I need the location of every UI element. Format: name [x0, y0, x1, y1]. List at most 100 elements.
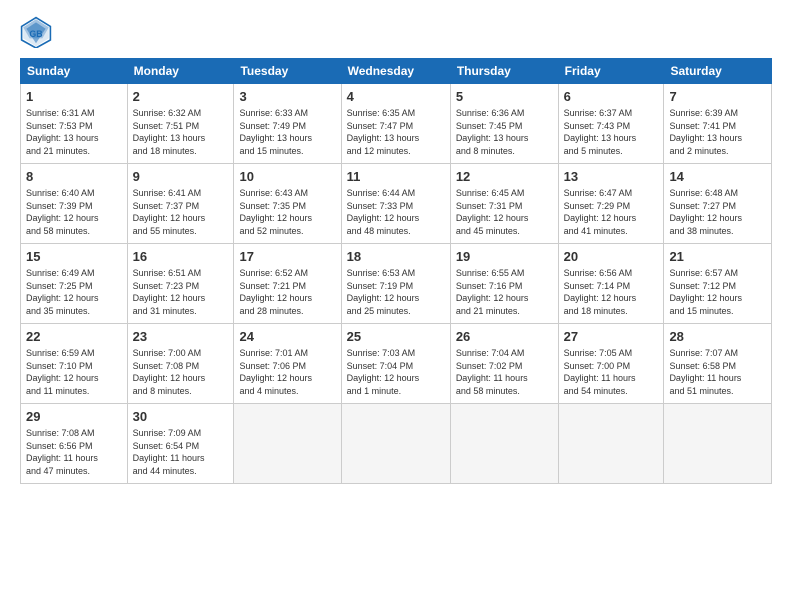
calendar-cell: 5Sunrise: 6:36 AM Sunset: 7:45 PM Daylig… — [450, 84, 558, 164]
calendar-cell: 17Sunrise: 6:52 AM Sunset: 7:21 PM Dayli… — [234, 244, 341, 324]
cell-info: Sunrise: 6:39 AM Sunset: 7:41 PM Dayligh… — [669, 107, 766, 157]
day-number: 16 — [133, 248, 229, 266]
header-cell-monday: Monday — [127, 59, 234, 84]
day-number: 29 — [26, 408, 122, 426]
calendar-cell: 11Sunrise: 6:44 AM Sunset: 7:33 PM Dayli… — [341, 164, 450, 244]
calendar-cell: 19Sunrise: 6:55 AM Sunset: 7:16 PM Dayli… — [450, 244, 558, 324]
calendar-cell: 28Sunrise: 7:07 AM Sunset: 6:58 PM Dayli… — [664, 324, 772, 404]
day-number: 26 — [456, 328, 553, 346]
day-number: 27 — [564, 328, 659, 346]
cell-info: Sunrise: 6:52 AM Sunset: 7:21 PM Dayligh… — [239, 267, 335, 317]
day-number: 12 — [456, 168, 553, 186]
cell-info: Sunrise: 6:37 AM Sunset: 7:43 PM Dayligh… — [564, 107, 659, 157]
cell-info: Sunrise: 6:47 AM Sunset: 7:29 PM Dayligh… — [564, 187, 659, 237]
day-number: 1 — [26, 88, 122, 106]
calendar-cell: 23Sunrise: 7:00 AM Sunset: 7:08 PM Dayli… — [127, 324, 234, 404]
cell-info: Sunrise: 7:09 AM Sunset: 6:54 PM Dayligh… — [133, 427, 229, 477]
calendar-cell — [664, 404, 772, 484]
day-number: 22 — [26, 328, 122, 346]
day-number: 8 — [26, 168, 122, 186]
header: GB — [20, 16, 772, 48]
cell-info: Sunrise: 7:01 AM Sunset: 7:06 PM Dayligh… — [239, 347, 335, 397]
calendar-cell: 13Sunrise: 6:47 AM Sunset: 7:29 PM Dayli… — [558, 164, 664, 244]
cell-info: Sunrise: 6:40 AM Sunset: 7:39 PM Dayligh… — [26, 187, 122, 237]
cell-info: Sunrise: 6:41 AM Sunset: 7:37 PM Dayligh… — [133, 187, 229, 237]
svg-text:GB: GB — [29, 29, 42, 39]
calendar-cell: 6Sunrise: 6:37 AM Sunset: 7:43 PM Daylig… — [558, 84, 664, 164]
day-number: 2 — [133, 88, 229, 106]
calendar-cell: 14Sunrise: 6:48 AM Sunset: 7:27 PM Dayli… — [664, 164, 772, 244]
day-number: 23 — [133, 328, 229, 346]
calendar-cell: 27Sunrise: 7:05 AM Sunset: 7:00 PM Dayli… — [558, 324, 664, 404]
cell-info: Sunrise: 6:44 AM Sunset: 7:33 PM Dayligh… — [347, 187, 445, 237]
cell-info: Sunrise: 6:57 AM Sunset: 7:12 PM Dayligh… — [669, 267, 766, 317]
calendar-cell: 30Sunrise: 7:09 AM Sunset: 6:54 PM Dayli… — [127, 404, 234, 484]
day-number: 19 — [456, 248, 553, 266]
calendar-header-row: SundayMondayTuesdayWednesdayThursdayFrid… — [21, 59, 772, 84]
calendar-cell: 16Sunrise: 6:51 AM Sunset: 7:23 PM Dayli… — [127, 244, 234, 324]
day-number: 24 — [239, 328, 335, 346]
header-cell-friday: Friday — [558, 59, 664, 84]
calendar-cell: 22Sunrise: 6:59 AM Sunset: 7:10 PM Dayli… — [21, 324, 128, 404]
page: GB SundayMondayTuesdayWednesdayThursdayF… — [0, 0, 792, 612]
header-cell-thursday: Thursday — [450, 59, 558, 84]
header-cell-sunday: Sunday — [21, 59, 128, 84]
calendar-cell: 2Sunrise: 6:32 AM Sunset: 7:51 PM Daylig… — [127, 84, 234, 164]
day-number: 13 — [564, 168, 659, 186]
calendar-cell: 21Sunrise: 6:57 AM Sunset: 7:12 PM Dayli… — [664, 244, 772, 324]
day-number: 28 — [669, 328, 766, 346]
calendar-week-5: 29Sunrise: 7:08 AM Sunset: 6:56 PM Dayli… — [21, 404, 772, 484]
calendar-cell: 25Sunrise: 7:03 AM Sunset: 7:04 PM Dayli… — [341, 324, 450, 404]
day-number: 9 — [133, 168, 229, 186]
calendar-cell: 24Sunrise: 7:01 AM Sunset: 7:06 PM Dayli… — [234, 324, 341, 404]
cell-info: Sunrise: 7:00 AM Sunset: 7:08 PM Dayligh… — [133, 347, 229, 397]
calendar-cell: 26Sunrise: 7:04 AM Sunset: 7:02 PM Dayli… — [450, 324, 558, 404]
cell-info: Sunrise: 6:36 AM Sunset: 7:45 PM Dayligh… — [456, 107, 553, 157]
cell-info: Sunrise: 6:55 AM Sunset: 7:16 PM Dayligh… — [456, 267, 553, 317]
day-number: 17 — [239, 248, 335, 266]
cell-info: Sunrise: 7:07 AM Sunset: 6:58 PM Dayligh… — [669, 347, 766, 397]
day-number: 6 — [564, 88, 659, 106]
calendar-week-1: 1Sunrise: 6:31 AM Sunset: 7:53 PM Daylig… — [21, 84, 772, 164]
calendar-cell — [234, 404, 341, 484]
cell-info: Sunrise: 6:35 AM Sunset: 7:47 PM Dayligh… — [347, 107, 445, 157]
header-cell-saturday: Saturday — [664, 59, 772, 84]
calendar-cell — [341, 404, 450, 484]
logo-icon: GB — [20, 16, 52, 48]
day-number: 3 — [239, 88, 335, 106]
calendar-cell: 1Sunrise: 6:31 AM Sunset: 7:53 PM Daylig… — [21, 84, 128, 164]
calendar-cell — [450, 404, 558, 484]
calendar-cell: 29Sunrise: 7:08 AM Sunset: 6:56 PM Dayli… — [21, 404, 128, 484]
day-number: 20 — [564, 248, 659, 266]
day-number: 15 — [26, 248, 122, 266]
day-number: 30 — [133, 408, 229, 426]
day-number: 21 — [669, 248, 766, 266]
cell-info: Sunrise: 6:56 AM Sunset: 7:14 PM Dayligh… — [564, 267, 659, 317]
cell-info: Sunrise: 7:08 AM Sunset: 6:56 PM Dayligh… — [26, 427, 122, 477]
day-number: 11 — [347, 168, 445, 186]
calendar-cell — [558, 404, 664, 484]
cell-info: Sunrise: 6:43 AM Sunset: 7:35 PM Dayligh… — [239, 187, 335, 237]
calendar-cell: 9Sunrise: 6:41 AM Sunset: 7:37 PM Daylig… — [127, 164, 234, 244]
calendar-week-2: 8Sunrise: 6:40 AM Sunset: 7:39 PM Daylig… — [21, 164, 772, 244]
calendar-week-3: 15Sunrise: 6:49 AM Sunset: 7:25 PM Dayli… — [21, 244, 772, 324]
calendar-table: SundayMondayTuesdayWednesdayThursdayFrid… — [20, 58, 772, 484]
calendar-cell: 18Sunrise: 6:53 AM Sunset: 7:19 PM Dayli… — [341, 244, 450, 324]
calendar-week-4: 22Sunrise: 6:59 AM Sunset: 7:10 PM Dayli… — [21, 324, 772, 404]
day-number: 5 — [456, 88, 553, 106]
header-cell-tuesday: Tuesday — [234, 59, 341, 84]
cell-info: Sunrise: 7:03 AM Sunset: 7:04 PM Dayligh… — [347, 347, 445, 397]
day-number: 4 — [347, 88, 445, 106]
cell-info: Sunrise: 6:59 AM Sunset: 7:10 PM Dayligh… — [26, 347, 122, 397]
cell-info: Sunrise: 7:05 AM Sunset: 7:00 PM Dayligh… — [564, 347, 659, 397]
logo: GB — [20, 16, 56, 48]
day-number: 7 — [669, 88, 766, 106]
calendar-cell: 20Sunrise: 6:56 AM Sunset: 7:14 PM Dayli… — [558, 244, 664, 324]
cell-info: Sunrise: 6:33 AM Sunset: 7:49 PM Dayligh… — [239, 107, 335, 157]
day-number: 25 — [347, 328, 445, 346]
cell-info: Sunrise: 6:49 AM Sunset: 7:25 PM Dayligh… — [26, 267, 122, 317]
calendar-cell: 7Sunrise: 6:39 AM Sunset: 7:41 PM Daylig… — [664, 84, 772, 164]
calendar-cell: 4Sunrise: 6:35 AM Sunset: 7:47 PM Daylig… — [341, 84, 450, 164]
day-number: 18 — [347, 248, 445, 266]
day-number: 14 — [669, 168, 766, 186]
